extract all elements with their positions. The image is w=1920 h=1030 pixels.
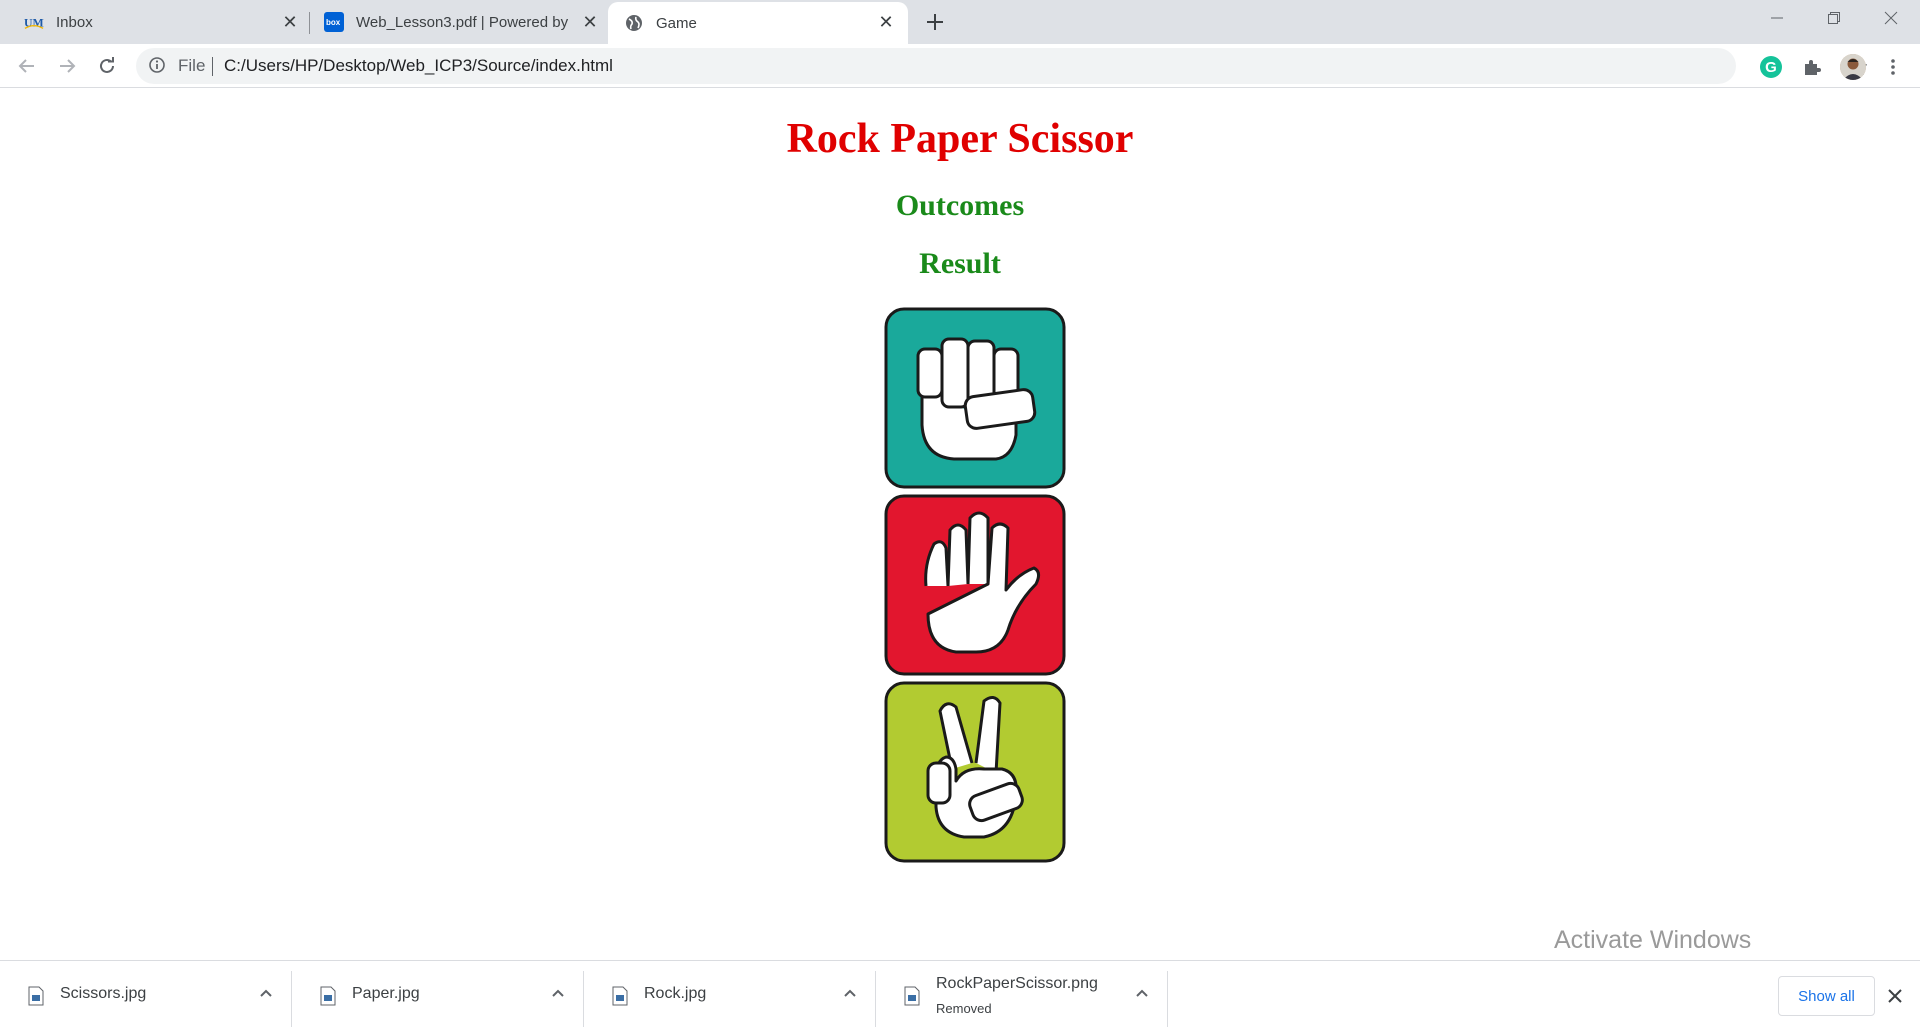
download-item[interactable]: Scissors.jpg xyxy=(0,961,292,1030)
paper-choice-button[interactable] xyxy=(884,494,1066,676)
close-icon xyxy=(1884,11,1898,25)
game-title: Rock Paper Scissor xyxy=(786,116,1134,162)
image-file-icon xyxy=(28,986,44,1011)
image-file-icon xyxy=(904,986,920,1011)
grammarly-extension-icon[interactable]: G xyxy=(1760,56,1782,78)
reload-icon xyxy=(100,57,114,73)
rock-hand-icon xyxy=(884,307,1066,489)
download-filename: Scissors.jpg xyxy=(60,985,147,1002)
extensions-puzzle-icon[interactable] xyxy=(1799,54,1825,80)
show-all-downloads-button[interactable]: Show all xyxy=(1778,976,1875,1016)
chevron-up-icon[interactable] xyxy=(1134,985,1150,1006)
close-window-button[interactable] xyxy=(1862,0,1920,36)
tab-title: Web_Lesson3.pdf | Powered by B xyxy=(356,13,572,31)
close-tab-icon[interactable]: ✕ xyxy=(875,11,897,33)
chevron-up-icon[interactable] xyxy=(258,985,274,1006)
file-scheme-label: File xyxy=(178,56,206,75)
image-file-icon xyxy=(612,986,628,1011)
rock-choice-button[interactable] xyxy=(884,307,1066,489)
outcomes-heading: Outcomes xyxy=(895,189,1025,222)
browser-menu-icon[interactable] xyxy=(1880,54,1906,80)
download-status: Removed xyxy=(936,1001,992,1016)
close-tab-icon[interactable]: ✕ xyxy=(579,11,601,33)
url-separator xyxy=(212,57,213,76)
minimize-button[interactable] xyxy=(1748,0,1806,36)
download-shelf: Scissors.jpg Paper.jpg Rock.jpg RockPape… xyxy=(0,960,1920,1030)
svg-text:box: box xyxy=(326,18,341,27)
download-filename: Rock.jpg xyxy=(644,985,707,1002)
download-item[interactable]: RockPaperScissor.png Removed xyxy=(876,961,1168,1030)
result-heading: Result xyxy=(919,247,1001,280)
scissor-choice-button[interactable] xyxy=(884,681,1066,863)
box-logo-icon: box xyxy=(324,12,344,32)
page-content: Rock Paper Scissor Outcomes Result xyxy=(0,89,1920,959)
back-button[interactable] xyxy=(11,50,43,82)
globe-icon xyxy=(624,13,644,33)
plus-icon xyxy=(927,14,943,30)
minimize-icon xyxy=(1771,17,1783,19)
close-tab-icon[interactable]: ✕ xyxy=(279,11,301,33)
info-icon[interactable] xyxy=(148,56,166,79)
new-tab-button[interactable] xyxy=(921,8,949,36)
tab-title: Inbox xyxy=(56,13,93,31)
download-item[interactable]: Rock.jpg xyxy=(584,961,876,1030)
download-item[interactable]: Paper.jpg xyxy=(292,961,584,1030)
restore-button[interactable] xyxy=(1805,0,1863,36)
download-filename: RockPaperScissor.png xyxy=(936,975,1098,992)
tab-game[interactable]: Game ✕ xyxy=(608,2,908,44)
url-text[interactable]: C:/Users/HP/Desktop/Web_ICP3/Source/inde… xyxy=(224,56,613,76)
arrow-left-icon xyxy=(18,59,34,73)
tab-title: Game xyxy=(656,14,697,32)
tab-web-lesson3[interactable]: box Web_Lesson3.pdf | Powered by B ✕ xyxy=(302,0,608,44)
image-file-icon xyxy=(320,986,336,1011)
forward-button[interactable] xyxy=(51,50,83,82)
umkc-logo-icon: UMKC xyxy=(24,12,44,32)
tab-strip: UMKC Inbox ✕ box Web_Lesson3.pdf | Power… xyxy=(0,0,1920,44)
browser-toolbar: File C:/Users/HP/Desktop/Web_ICP3/Source… xyxy=(0,44,1920,88)
chevron-up-icon[interactable] xyxy=(550,985,566,1006)
profile-avatar[interactable] xyxy=(1840,54,1866,80)
paper-hand-icon xyxy=(884,494,1066,676)
divider xyxy=(1167,971,1168,1027)
reload-button[interactable] xyxy=(91,50,123,82)
arrow-right-icon xyxy=(60,59,76,73)
chevron-up-icon[interactable] xyxy=(842,985,858,1006)
restore-icon xyxy=(1828,12,1840,24)
scissor-hand-icon xyxy=(884,681,1066,863)
download-filename: Paper.jpg xyxy=(352,985,420,1002)
close-shelf-icon[interactable] xyxy=(1884,985,1906,1007)
address-bar[interactable]: File C:/Users/HP/Desktop/Web_ICP3/Source… xyxy=(136,48,1867,84)
tab-inbox[interactable]: UMKC Inbox ✕ xyxy=(0,0,302,44)
